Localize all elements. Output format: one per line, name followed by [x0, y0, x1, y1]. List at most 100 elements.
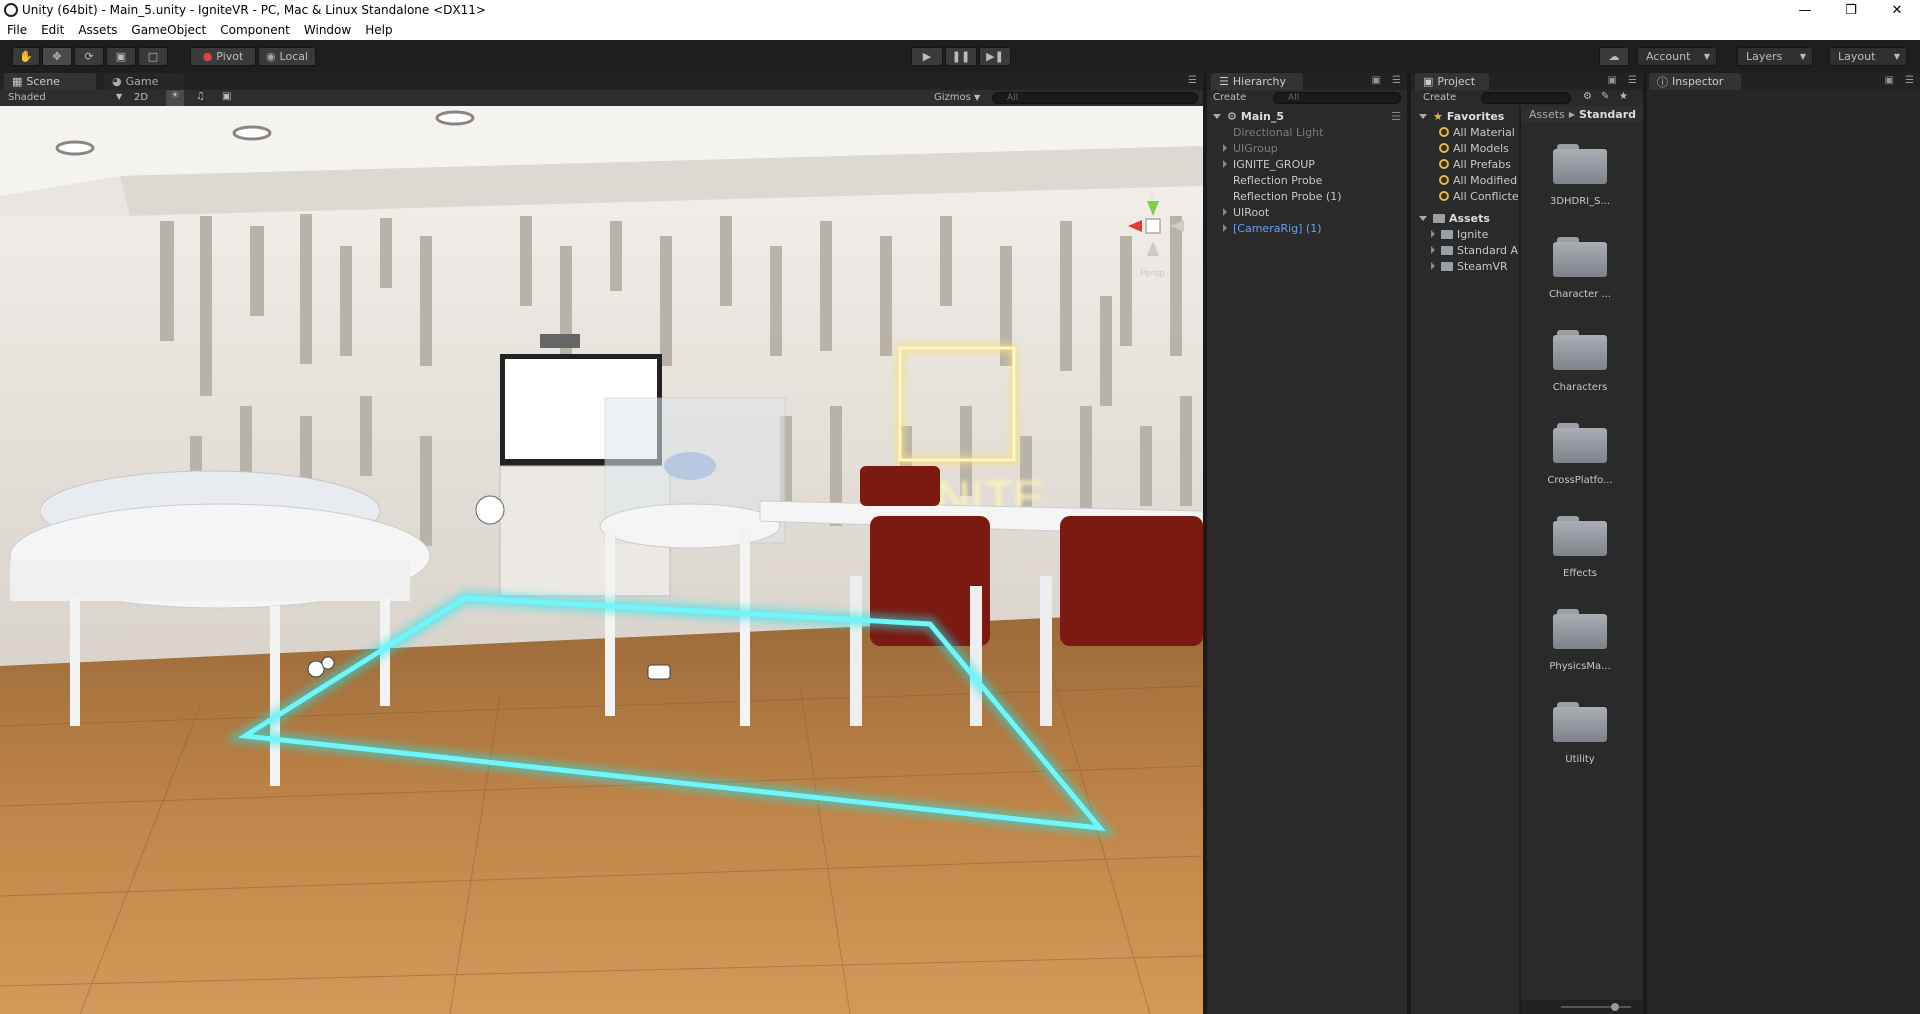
- project-create-dropdown[interactable]: Create: [1423, 92, 1456, 103]
- menu-file[interactable]: File: [0, 23, 34, 37]
- tab-inspector[interactable]: ⓘ Inspector: [1649, 73, 1741, 90]
- favorite-item[interactable]: All Conflicte: [1411, 188, 1519, 204]
- asset-folder-item[interactable]: Ignite: [1411, 226, 1519, 242]
- rect-tool-icon[interactable]: □: [138, 47, 168, 66]
- folder-tile[interactable]: PhysicsMa...: [1525, 609, 1635, 672]
- folder-icon: [1553, 423, 1607, 463]
- panel-menu-icon[interactable]: ☰: [1628, 75, 1637, 86]
- filter-label-icon[interactable]: ✎: [1601, 91, 1609, 102]
- tab-game[interactable]: ◕ Game: [104, 73, 184, 90]
- camera-gizmo[interactable]: [647, 664, 671, 680]
- hierarchy-item[interactable]: [CameraRig] (1): [1207, 220, 1407, 236]
- lock-icon[interactable]: ▣: [1372, 75, 1381, 86]
- menu-assets[interactable]: Assets: [71, 23, 124, 37]
- folder-tile[interactable]: Effects: [1525, 516, 1635, 579]
- folder-tile[interactable]: Utility: [1525, 702, 1635, 765]
- scale-tool-icon[interactable]: ▣: [106, 47, 136, 66]
- hand-tool-icon[interactable]: ✋: [12, 47, 40, 66]
- minimize-icon[interactable]: —: [1782, 0, 1828, 20]
- chevron-down-icon: ▼: [116, 92, 123, 101]
- expand-icon[interactable]: [1419, 113, 1427, 119]
- assets-row[interactable]: Assets: [1411, 210, 1519, 226]
- reflection-probe-gizmo[interactable]: [475, 495, 505, 525]
- menu-component[interactable]: Component: [213, 23, 297, 37]
- hierarchy-item[interactable]: UIRoot: [1207, 204, 1407, 220]
- play-button[interactable]: ▶: [911, 47, 943, 66]
- pivot-toggle[interactable]: ● Pivot: [190, 47, 256, 66]
- panel-divider[interactable]: [1203, 73, 1207, 1014]
- inspector-tab-bar: ⓘ Inspector ▣ ☰: [1647, 73, 1920, 90]
- lighting-icon[interactable]: ☀: [166, 90, 184, 106]
- mode-2d-toggle[interactable]: 2D: [134, 92, 148, 103]
- shading-mode-dropdown[interactable]: Shaded: [8, 92, 46, 103]
- favorite-item[interactable]: All Prefabs: [1411, 156, 1519, 172]
- hierarchy-search-input[interactable]: All: [1273, 92, 1401, 104]
- tab-scene[interactable]: ▦ Scene: [4, 73, 96, 90]
- filter-type-icon[interactable]: ⚙: [1583, 91, 1592, 102]
- layout-dropdown[interactable]: Layout ▼: [1829, 47, 1907, 66]
- cloud-icon[interactable]: ☁: [1599, 47, 1629, 66]
- asset-folder-item[interactable]: SteamVR: [1411, 258, 1519, 274]
- menu-window[interactable]: Window: [297, 23, 358, 37]
- scene-search-input[interactable]: All: [992, 92, 1198, 104]
- folder-tile[interactable]: CrossPlatfo...: [1525, 423, 1635, 486]
- expand-icon[interactable]: [1223, 208, 1227, 216]
- scene-viewport[interactable]: IGNITE y Persp: [0, 106, 1203, 1014]
- star-icon[interactable]: ★: [1619, 91, 1628, 102]
- zoom-slider-handle[interactable]: [1611, 1003, 1619, 1011]
- expand-icon[interactable]: [1419, 215, 1427, 221]
- audio-icon[interactable]: ♫: [196, 91, 205, 102]
- pause-button[interactable]: ❚❚: [945, 47, 977, 66]
- folder-tile[interactable]: Characters: [1525, 330, 1635, 393]
- panel-menu-icon[interactable]: ☰: [1188, 75, 1197, 86]
- breadcrumb-assets[interactable]: Assets: [1529, 108, 1565, 121]
- lock-icon[interactable]: ▣: [1885, 75, 1894, 86]
- breadcrumb-current[interactable]: Standard: [1579, 108, 1636, 121]
- close-icon[interactable]: ✕: [1874, 0, 1920, 20]
- favorite-item[interactable]: All Material: [1411, 124, 1519, 140]
- effects-icon[interactable]: ▣: [222, 91, 231, 102]
- tab-project[interactable]: ▣ Project: [1415, 73, 1489, 90]
- panel-menu-icon[interactable]: ☰: [1392, 75, 1401, 86]
- expand-icon[interactable]: [1431, 262, 1435, 270]
- favorite-item[interactable]: All Modified: [1411, 172, 1519, 188]
- local-toggle[interactable]: ◉ Local: [258, 47, 316, 66]
- restore-icon[interactable]: ❐: [1828, 0, 1874, 20]
- hierarchy-item[interactable]: Reflection Probe (1): [1207, 188, 1407, 204]
- zoom-slider-track[interactable]: [1561, 1006, 1631, 1008]
- hierarchy-create-dropdown[interactable]: Create: [1213, 92, 1246, 103]
- hierarchy-item[interactable]: UIGroup: [1207, 140, 1407, 156]
- expand-icon[interactable]: [1223, 224, 1227, 232]
- asset-folder-item[interactable]: Standard A: [1411, 242, 1519, 258]
- menu-gameobject[interactable]: GameObject: [124, 23, 213, 37]
- layers-dropdown[interactable]: Layers ▼: [1737, 47, 1813, 66]
- lock-icon[interactable]: ▣: [1608, 75, 1617, 86]
- panel-menu-icon[interactable]: ☰: [1905, 75, 1914, 86]
- panel-divider[interactable]: [1643, 73, 1647, 1014]
- menu-edit[interactable]: Edit: [34, 23, 71, 37]
- expand-icon[interactable]: [1223, 144, 1227, 152]
- step-button[interactable]: ▶❚: [979, 47, 1011, 66]
- gizmos-dropdown[interactable]: Gizmos: [934, 92, 971, 103]
- scene-menu-icon[interactable]: ☰: [1391, 110, 1401, 123]
- project-splitter[interactable]: [1519, 106, 1521, 1014]
- folder-tile[interactable]: 3DHDRI_S...: [1525, 144, 1635, 207]
- expand-icon[interactable]: [1431, 246, 1435, 254]
- favorites-row[interactable]: ★ Favorites: [1411, 108, 1519, 124]
- move-tool-icon[interactable]: ✥: [42, 47, 72, 66]
- menu-help[interactable]: Help: [358, 23, 399, 37]
- expand-icon[interactable]: [1213, 113, 1221, 119]
- favorite-item[interactable]: All Models: [1411, 140, 1519, 156]
- rotate-tool-icon[interactable]: ⟳: [74, 47, 104, 66]
- expand-icon[interactable]: [1223, 160, 1227, 168]
- account-dropdown[interactable]: Account ▼: [1637, 47, 1717, 66]
- tab-hierarchy[interactable]: ☰ Hierarchy: [1211, 73, 1303, 90]
- expand-icon[interactable]: [1431, 230, 1435, 238]
- project-search-input[interactable]: [1481, 92, 1571, 104]
- hierarchy-item[interactable]: Directional Light: [1207, 124, 1407, 140]
- hierarchy-item[interactable]: IGNITE_GROUP: [1207, 156, 1407, 172]
- hierarchy-item[interactable]: Reflection Probe: [1207, 172, 1407, 188]
- panel-divider[interactable]: [1407, 73, 1411, 1014]
- folder-tile[interactable]: Character ...: [1525, 237, 1635, 300]
- scene-root-row[interactable]: ⚙ Main_5 ☰: [1207, 108, 1407, 124]
